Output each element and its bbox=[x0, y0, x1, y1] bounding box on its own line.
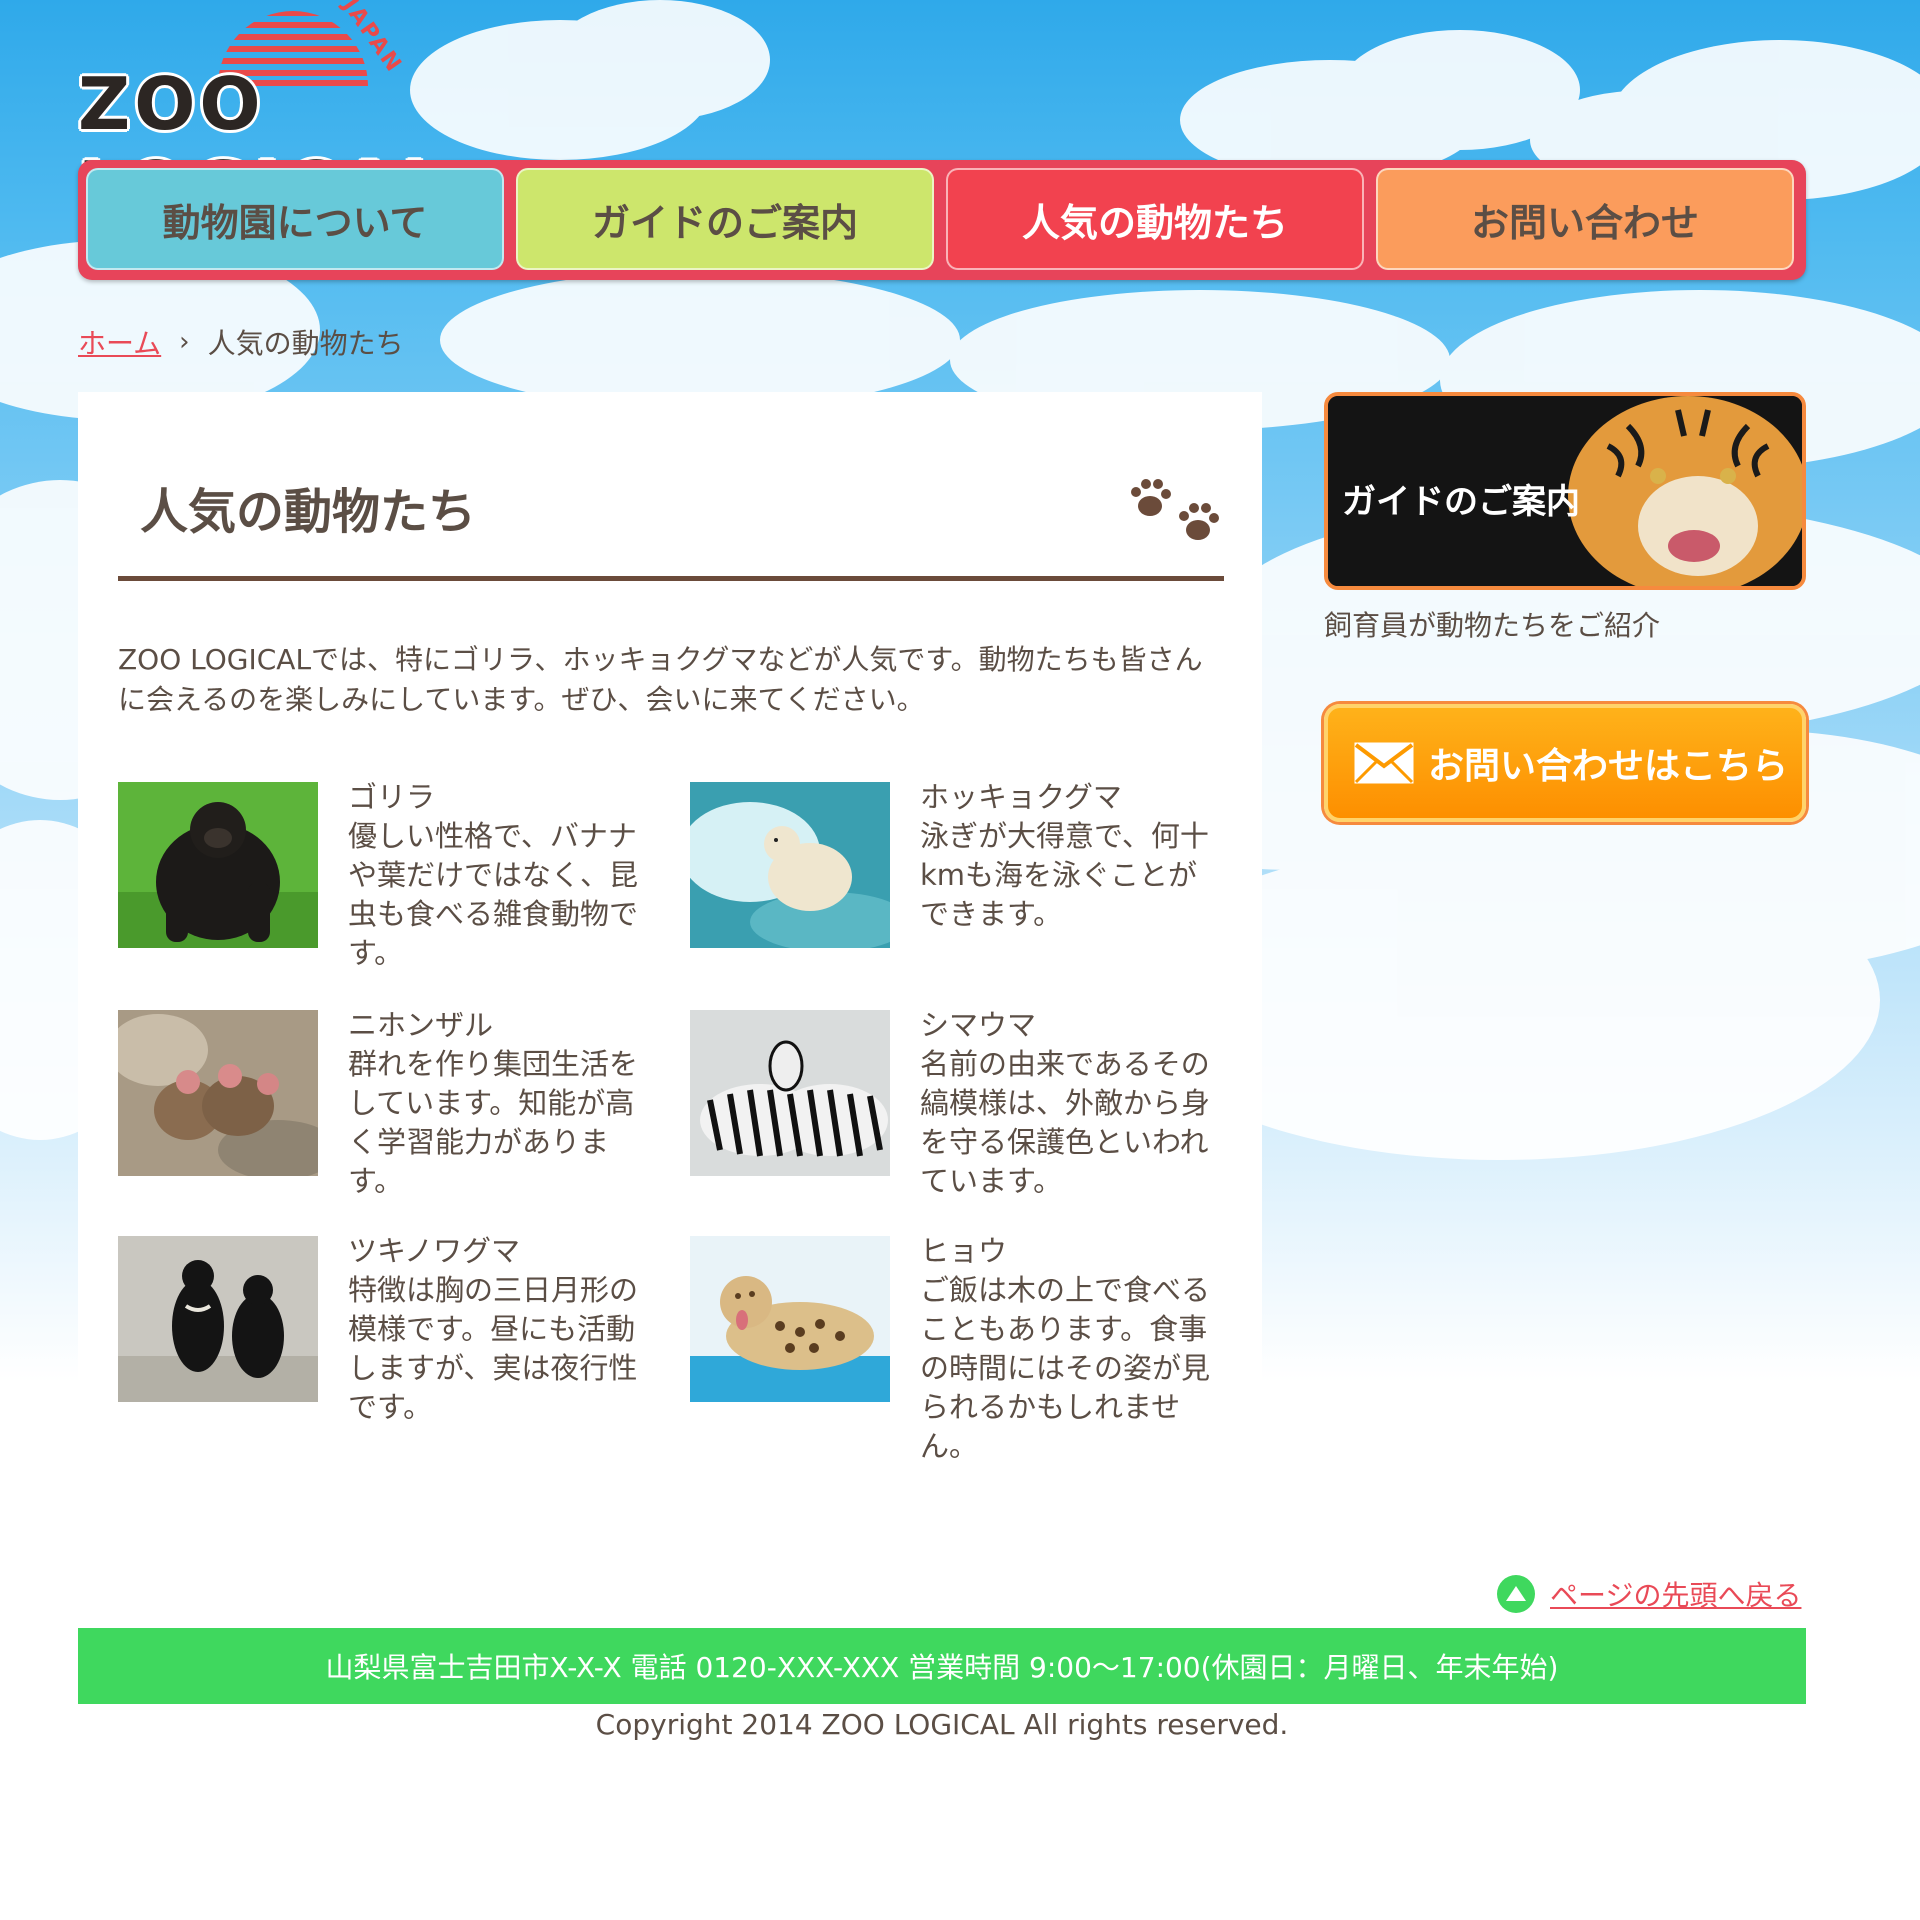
asian-black-bear-photo bbox=[118, 1236, 318, 1402]
nav-item-about-zoo[interactable]: 動物園について bbox=[86, 168, 504, 270]
main-content: 人気の動物たち ZOO LOGICALでは、特にゴリラ、ホッキョクグマなどが人気… bbox=[78, 392, 1262, 1492]
page-top-link[interactable]: ページの先頭へ戻る bbox=[1496, 1574, 1801, 1614]
animal-card-japanese-macaque: ニホンザル 群れを作り集団生活をしています。知能が高く学習能力があります。 bbox=[118, 1008, 678, 1230]
animal-text: ホッキョクグマ 泳ぎが大得意で、何十kmも海を泳ぐことができます。 bbox=[920, 778, 1220, 934]
animal-text: シマウマ 名前の由来であるその縞模様は、外敵から身を守る保護色といわれています。 bbox=[920, 1006, 1220, 1201]
nav-label: ガイドのご案内 bbox=[591, 200, 858, 245]
japanese-macaque-photo bbox=[118, 1010, 318, 1176]
animal-name: ホッキョクグマ bbox=[920, 780, 1122, 814]
animal-card-leopard: ヒョウ ご飯は木の上で食べることもあります。食事の時間にはその姿が見られるかもし… bbox=[690, 1234, 1250, 1463]
nav-item-guide[interactable]: ガイドのご案内 bbox=[516, 168, 934, 270]
animal-text: ゴリラ 優しい性格で、バナナや葉だけではなく、昆虫も食べる雑食動物です。 bbox=[348, 778, 648, 973]
animal-description: 群れを作り集団生活をしています。知能が高く学習能力があります。 bbox=[348, 1047, 639, 1198]
animal-card-polar-bear: ホッキョクグマ 泳ぎが大得意で、何十kmも海を泳ぐことができます。 bbox=[690, 780, 1250, 1002]
zebra-photo bbox=[690, 1010, 890, 1176]
nav-item-contact[interactable]: お問い合わせ bbox=[1376, 168, 1794, 270]
animal-name: ツキノワグマ bbox=[348, 1234, 520, 1268]
nav-label: お問い合わせ bbox=[1470, 200, 1699, 245]
polar-bear-photo bbox=[690, 782, 890, 948]
global-nav: 動物園について ガイドのご案内 人気の動物たち お問い合わせ bbox=[78, 160, 1806, 280]
contact-button-label: お問い合わせはこちら bbox=[1428, 746, 1789, 787]
page-title: 人気の動物たち bbox=[140, 484, 477, 540]
leopard-photo bbox=[690, 1236, 890, 1402]
breadcrumb-current: 人気の動物たち bbox=[207, 327, 404, 360]
contact-button[interactable]: お問い合わせはこちら bbox=[1324, 704, 1806, 822]
page-top-label: ページの先頭へ戻る bbox=[1550, 1579, 1802, 1612]
animal-text: ツキノワグマ 特徴は胸の三日月形の模様です。昼にも活動しますが、実は夜行性です。 bbox=[348, 1232, 648, 1427]
site-logo[interactable]: JAPAN ZOO LOGICAL bbox=[78, 0, 598, 230]
sidebar-guide-banner[interactable]: ガイドのご案内 bbox=[1324, 392, 1806, 590]
animal-card-gorilla: ゴリラ 優しい性格で、バナナや葉だけではなく、昆虫も食べる雑食動物です。 bbox=[118, 780, 678, 1002]
animal-card-asian-black-bear: ツキノワグマ 特徴は胸の三日月形の模様です。昼にも活動しますが、実は夜行性です。 bbox=[118, 1234, 678, 1456]
breadcrumb-home-link[interactable]: ホーム bbox=[78, 322, 161, 362]
animal-name: ヒョウ bbox=[920, 1234, 1008, 1268]
animal-name: ゴリラ bbox=[348, 780, 436, 814]
nav-label: 動物園について bbox=[162, 200, 428, 245]
animal-name: シマウマ bbox=[920, 1008, 1037, 1042]
animal-description: 特徴は胸の三日月形の模様です。昼にも活動しますが、実は夜行性です。 bbox=[348, 1273, 639, 1424]
nav-item-popular-animals[interactable]: 人気の動物たち bbox=[946, 168, 1364, 270]
breadcrumb-chevron-icon: › bbox=[179, 327, 190, 357]
copyright: Copyright 2014 ZOO LOGICAL All rights re… bbox=[595, 1708, 1289, 1741]
animal-card-zebra: シマウマ 名前の由来であるその縞模様は、外敵から身を守る保護色といわれています。 bbox=[690, 1008, 1250, 1230]
animal-description: 泳ぎが大得意で、何十kmも海を泳ぐことができます。 bbox=[920, 819, 1209, 931]
footer-info-bar: 山梨県富士吉田市X-X-X 電話 0120-XXX-XXX 営業時間 9:00～… bbox=[78, 1628, 1806, 1704]
animal-text: ヒョウ ご飯は木の上で食べることもあります。食事の時間にはその姿が見られるかもし… bbox=[920, 1232, 1220, 1466]
guide-banner-label: ガイドのご案内 bbox=[1342, 482, 1580, 522]
animal-description: 優しい性格で、バナナや葉だけではなく、昆虫も食べる雑食動物です。 bbox=[348, 819, 639, 970]
paw-prints-icon bbox=[1131, 479, 1219, 540]
animal-text: ニホンザル 群れを作り集団生活をしています。知能が高く学習能力があります。 bbox=[348, 1006, 648, 1201]
guide-banner-caption: 飼育員が動物たちをご紹介 bbox=[1324, 609, 1661, 642]
footer-address: 山梨県富士吉田市X-X-X 電話 0120-XXX-XXX 営業時間 9:00～… bbox=[325, 1651, 1559, 1684]
breadcrumb: ホーム › 人気の動物たち bbox=[78, 322, 404, 362]
animal-description: ご飯は木の上で食べることもあります。食事の時間にはその姿が見られるかもしれません… bbox=[920, 1273, 1211, 1463]
animal-description: 名前の由来であるその縞模様は、外敵から身を守る保護色といわれています。 bbox=[920, 1047, 1211, 1198]
animal-name: ニホンザル bbox=[348, 1008, 494, 1042]
mail-icon bbox=[1354, 742, 1414, 784]
intro-text: ZOO LOGICALでは、特にゴリラ、ホッキョクグマなどが人気です。動物たちも… bbox=[118, 643, 1203, 716]
nav-label: 人気の動物たち bbox=[1021, 200, 1288, 245]
arrow-up-circle-icon bbox=[1497, 1575, 1535, 1613]
title-divider bbox=[118, 576, 1224, 581]
gorilla-photo bbox=[118, 782, 318, 948]
